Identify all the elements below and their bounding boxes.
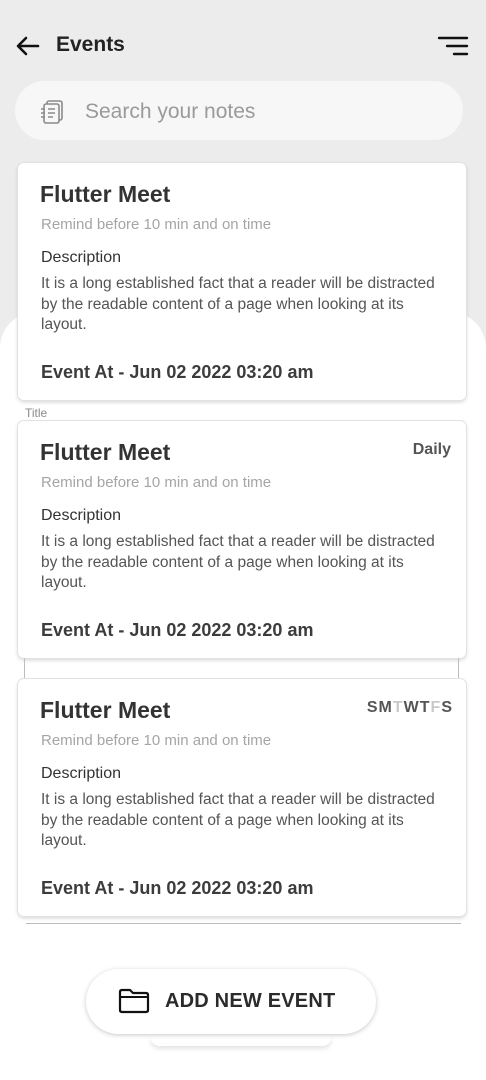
divider [26,923,461,924]
event-title: Flutter Meet [40,181,171,207]
event-card[interactable]: Flutter Meet Daily Remind before 10 min … [18,421,466,658]
description-heading: Description [41,249,122,266]
page-title: Events [56,33,125,56]
event-remind-text: Remind before 10 min and on time [41,474,272,491]
description-heading: Description [41,765,122,782]
event-card[interactable]: Flutter Meet SMTWTFS Remind before 10 mi… [18,679,466,916]
day-letter: F [430,699,442,716]
event-description: It is a long established fact that a rea… [41,533,435,591]
app-header: Events [0,0,486,92]
event-card[interactable]: Flutter Meet Remind before 10 min and on… [18,163,466,400]
description-heading: Description [41,507,122,524]
event-title: Flutter Meet [40,439,171,465]
divider [24,658,25,680]
back-button[interactable] [14,34,42,58]
ghost-title-label: Title [25,406,48,420]
event-remind-text: Remind before 10 min and on time [41,732,272,749]
day-letter: T [392,699,404,716]
button-shadow [150,1036,332,1046]
event-description: It is a long established fact that a rea… [41,275,435,333]
repeat-badge: Daily [412,441,451,458]
search-input[interactable] [83,91,447,133]
add-new-event-label: ADD NEW EVENT [165,990,336,1012]
event-remind-text: Remind before 10 min and on time [41,216,272,233]
weekday-selector: SMTWTFS [367,699,453,717]
arrow-left-icon [16,36,40,56]
notes-stack-icon [41,100,63,124]
event-title: Flutter Meet [40,697,171,723]
day-letter: S [441,699,453,716]
divider [458,658,459,680]
folder-icon [118,988,150,1014]
sort-menu-icon [437,36,469,56]
day-letter: M [378,699,393,716]
sort-menu-button[interactable] [437,35,469,57]
event-datetime: Event At - Jun 02 2022 03:20 am [41,620,314,640]
event-datetime: Event At - Jun 02 2022 03:20 am [41,878,314,898]
day-letter: W [403,699,420,716]
event-datetime: Event At - Jun 02 2022 03:20 am [41,362,314,382]
event-description: It is a long established fact that a rea… [41,791,435,849]
add-new-event-button[interactable]: ADD NEW EVENT [86,969,376,1034]
day-letter: T [419,699,431,716]
search-bar[interactable] [15,81,463,140]
day-letter: S [366,699,379,716]
